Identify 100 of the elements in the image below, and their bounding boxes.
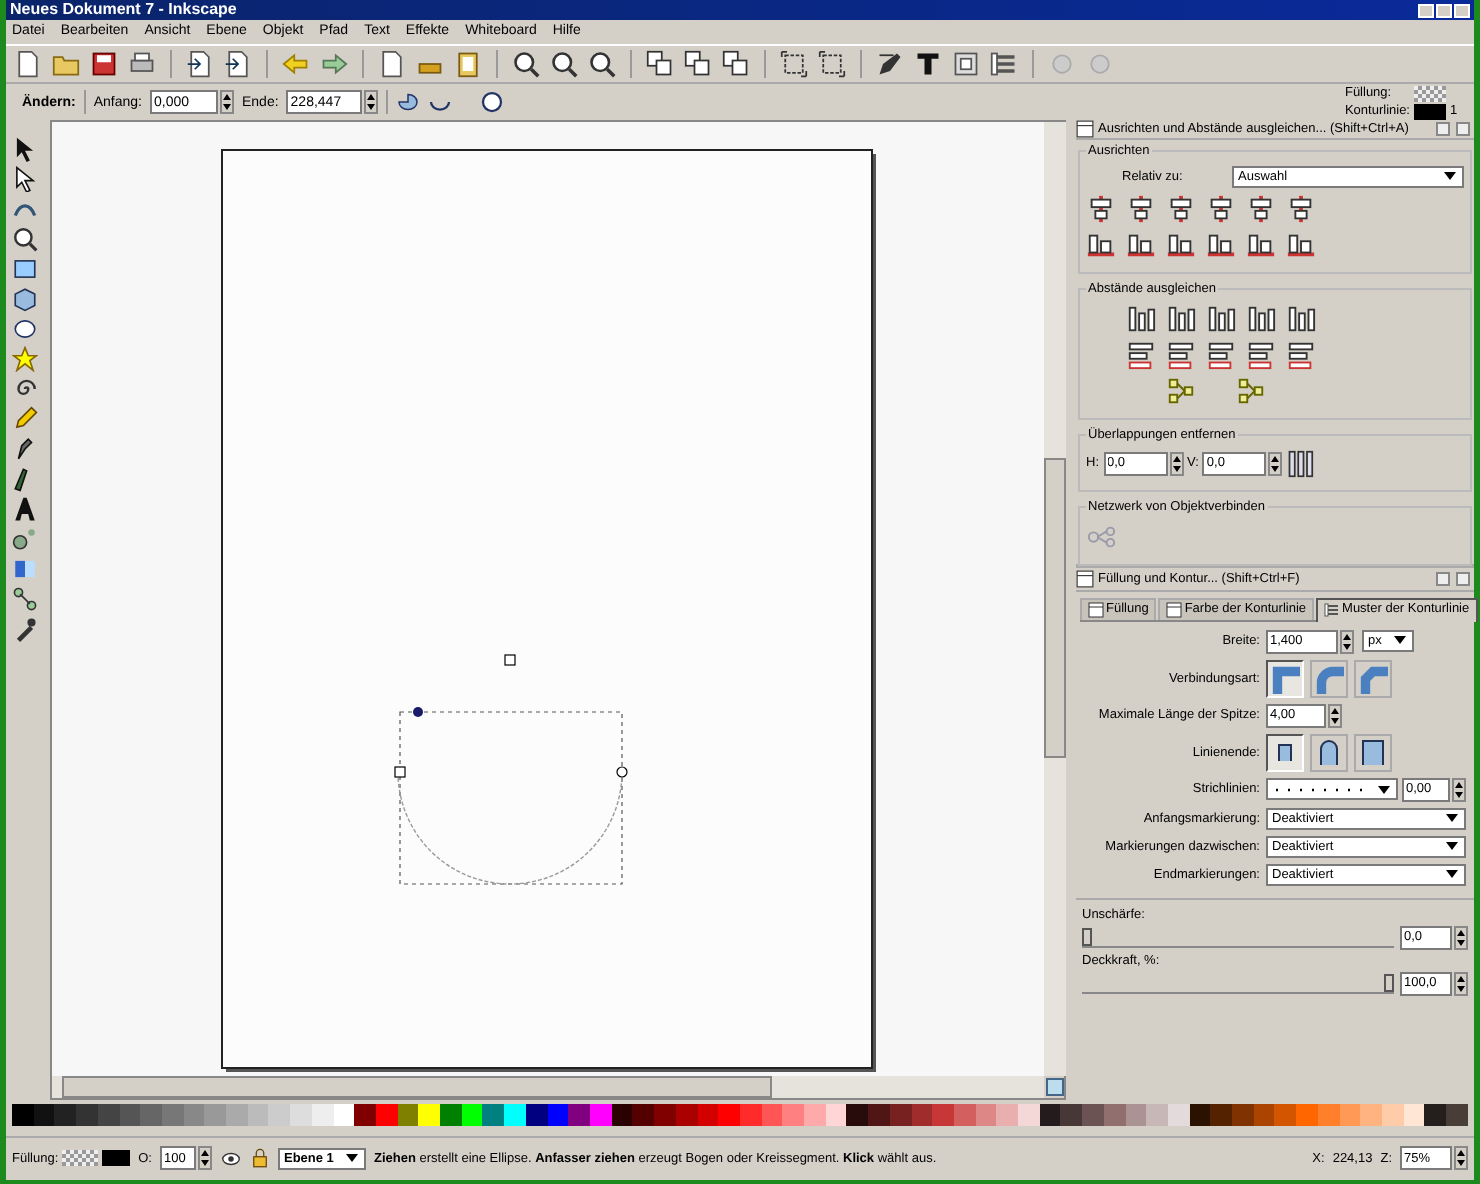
color-swatch[interactable] bbox=[183, 1103, 205, 1126]
cap-style-button[interactable] bbox=[1354, 733, 1392, 772]
distribute-icon[interactable] bbox=[1246, 303, 1276, 334]
whole-ellipse-tool-icon[interactable] bbox=[480, 90, 505, 115]
zoom-icon[interactable] bbox=[512, 50, 540, 78]
color-swatch[interactable] bbox=[354, 1103, 376, 1126]
color-swatch[interactable] bbox=[654, 1103, 676, 1126]
color-swatch[interactable] bbox=[76, 1103, 98, 1126]
color-swatch[interactable] bbox=[161, 1103, 184, 1126]
export-icon[interactable] bbox=[224, 50, 252, 78]
color-swatch[interactable] bbox=[1018, 1103, 1040, 1126]
color-swatch[interactable] bbox=[290, 1103, 312, 1126]
color-swatch[interactable] bbox=[204, 1103, 227, 1126]
color-swatch[interactable] bbox=[1232, 1103, 1254, 1126]
color-swatch[interactable] bbox=[247, 1103, 269, 1126]
color-swatch[interactable] bbox=[119, 1103, 141, 1126]
color-swatch[interactable] bbox=[1082, 1103, 1104, 1126]
spinner-arrows[interactable] bbox=[364, 90, 379, 115]
color-swatch[interactable] bbox=[761, 1103, 783, 1126]
color-swatch[interactable] bbox=[953, 1103, 976, 1126]
color-swatch[interactable] bbox=[1424, 1103, 1447, 1126]
group-icon[interactable] bbox=[722, 50, 750, 78]
color-swatch[interactable] bbox=[1317, 1103, 1340, 1126]
align-icon[interactable] bbox=[1206, 229, 1236, 260]
color-swatch[interactable] bbox=[568, 1103, 590, 1126]
color-swatch[interactable] bbox=[226, 1103, 248, 1126]
color-swatch[interactable] bbox=[589, 1103, 612, 1126]
selector-arrow-icon[interactable] bbox=[12, 135, 38, 162]
panel-iconify-button[interactable] bbox=[1436, 571, 1450, 586]
cube-icon[interactable] bbox=[12, 285, 38, 312]
color-swatch[interactable] bbox=[1125, 1103, 1147, 1126]
color-swatch[interactable] bbox=[804, 1103, 826, 1126]
color-swatch[interactable] bbox=[482, 1103, 505, 1126]
fill-swatch[interactable] bbox=[62, 1150, 99, 1167]
color-swatch[interactable] bbox=[54, 1103, 77, 1126]
panel-close-button[interactable] bbox=[1456, 121, 1470, 136]
color-swatch[interactable] bbox=[1039, 1103, 1061, 1126]
color-swatch[interactable] bbox=[1382, 1103, 1404, 1126]
color-swatch[interactable] bbox=[932, 1103, 954, 1126]
scrollbar-thumb[interactable] bbox=[1044, 457, 1066, 758]
distribute-icon[interactable] bbox=[1166, 339, 1196, 370]
distribute-icon[interactable] bbox=[1126, 303, 1156, 334]
color-swatch[interactable] bbox=[1296, 1103, 1318, 1126]
color-swatch[interactable] bbox=[739, 1103, 762, 1126]
color-swatch[interactable] bbox=[782, 1103, 805, 1126]
print-icon[interactable] bbox=[128, 50, 156, 78]
pen-edit-icon[interactable] bbox=[876, 50, 904, 78]
color-swatch[interactable] bbox=[825, 1103, 847, 1126]
pencil-icon[interactable] bbox=[12, 405, 38, 432]
color-swatch[interactable] bbox=[1403, 1103, 1425, 1126]
gradient-icon[interactable] bbox=[12, 555, 38, 582]
selection-frame-icon[interactable] bbox=[818, 50, 846, 78]
opacity-slider[interactable] bbox=[1082, 973, 1394, 994]
color-swatch[interactable] bbox=[397, 1103, 419, 1126]
color-swatch[interactable] bbox=[461, 1103, 483, 1126]
graph-layout-icon[interactable] bbox=[1166, 375, 1196, 406]
color-swatch[interactable] bbox=[547, 1103, 569, 1126]
color-swatch[interactable] bbox=[440, 1103, 462, 1126]
color-swatch[interactable] bbox=[632, 1103, 655, 1126]
zoom-icon[interactable] bbox=[588, 50, 616, 78]
close-button[interactable] bbox=[1454, 3, 1470, 17]
open-folder-icon[interactable] bbox=[52, 50, 80, 78]
color-swatch[interactable] bbox=[1060, 1103, 1083, 1126]
zoom-icon[interactable] bbox=[550, 50, 578, 78]
star-icon[interactable] bbox=[12, 345, 38, 372]
color-swatch[interactable] bbox=[33, 1103, 55, 1126]
rectangle-icon[interactable] bbox=[12, 255, 38, 282]
remove-overlaps-icon[interactable] bbox=[1286, 449, 1315, 478]
spinner-arrows[interactable] bbox=[1340, 629, 1354, 654]
radius-handle[interactable] bbox=[616, 766, 628, 778]
duplicate-icon[interactable] bbox=[646, 50, 674, 78]
color-swatch[interactable] bbox=[268, 1103, 291, 1126]
color-swatch[interactable] bbox=[333, 1103, 355, 1126]
save-icon[interactable] bbox=[90, 50, 118, 78]
spinner-arrows[interactable] bbox=[1454, 971, 1468, 996]
align-icon[interactable] bbox=[1086, 229, 1116, 260]
center-handle[interactable] bbox=[504, 654, 516, 666]
resize-handle[interactable] bbox=[394, 766, 406, 778]
spinner-arrows[interactable] bbox=[1268, 451, 1283, 476]
align-icon[interactable] bbox=[1246, 229, 1276, 260]
distribute-icon[interactable] bbox=[1166, 303, 1196, 334]
vertical-scrollbar[interactable] bbox=[1044, 121, 1066, 1076]
spinner-arrows[interactable] bbox=[219, 90, 234, 115]
distribute-icon[interactable] bbox=[1246, 339, 1276, 370]
color-swatch[interactable] bbox=[1360, 1103, 1382, 1126]
distribute-icon[interactable] bbox=[1286, 303, 1316, 334]
distribute-icon[interactable] bbox=[1126, 339, 1156, 370]
color-swatch[interactable] bbox=[1446, 1103, 1468, 1126]
color-swatch[interactable] bbox=[675, 1103, 697, 1126]
ellipse-tool-icon[interactable] bbox=[396, 90, 421, 115]
connector-icon[interactable] bbox=[12, 585, 38, 612]
color-swatch[interactable] bbox=[525, 1103, 548, 1126]
color-swatch[interactable] bbox=[1253, 1103, 1275, 1126]
fill-swatch[interactable] bbox=[1414, 85, 1446, 102]
pen-icon[interactable] bbox=[12, 435, 38, 462]
horizontal-scrollbar[interactable] bbox=[52, 1075, 1044, 1098]
align-icon[interactable] bbox=[1166, 229, 1196, 260]
cap-style-button[interactable] bbox=[1266, 733, 1304, 772]
color-swatch[interactable] bbox=[140, 1103, 162, 1126]
spinner-arrows[interactable] bbox=[1454, 1146, 1468, 1171]
